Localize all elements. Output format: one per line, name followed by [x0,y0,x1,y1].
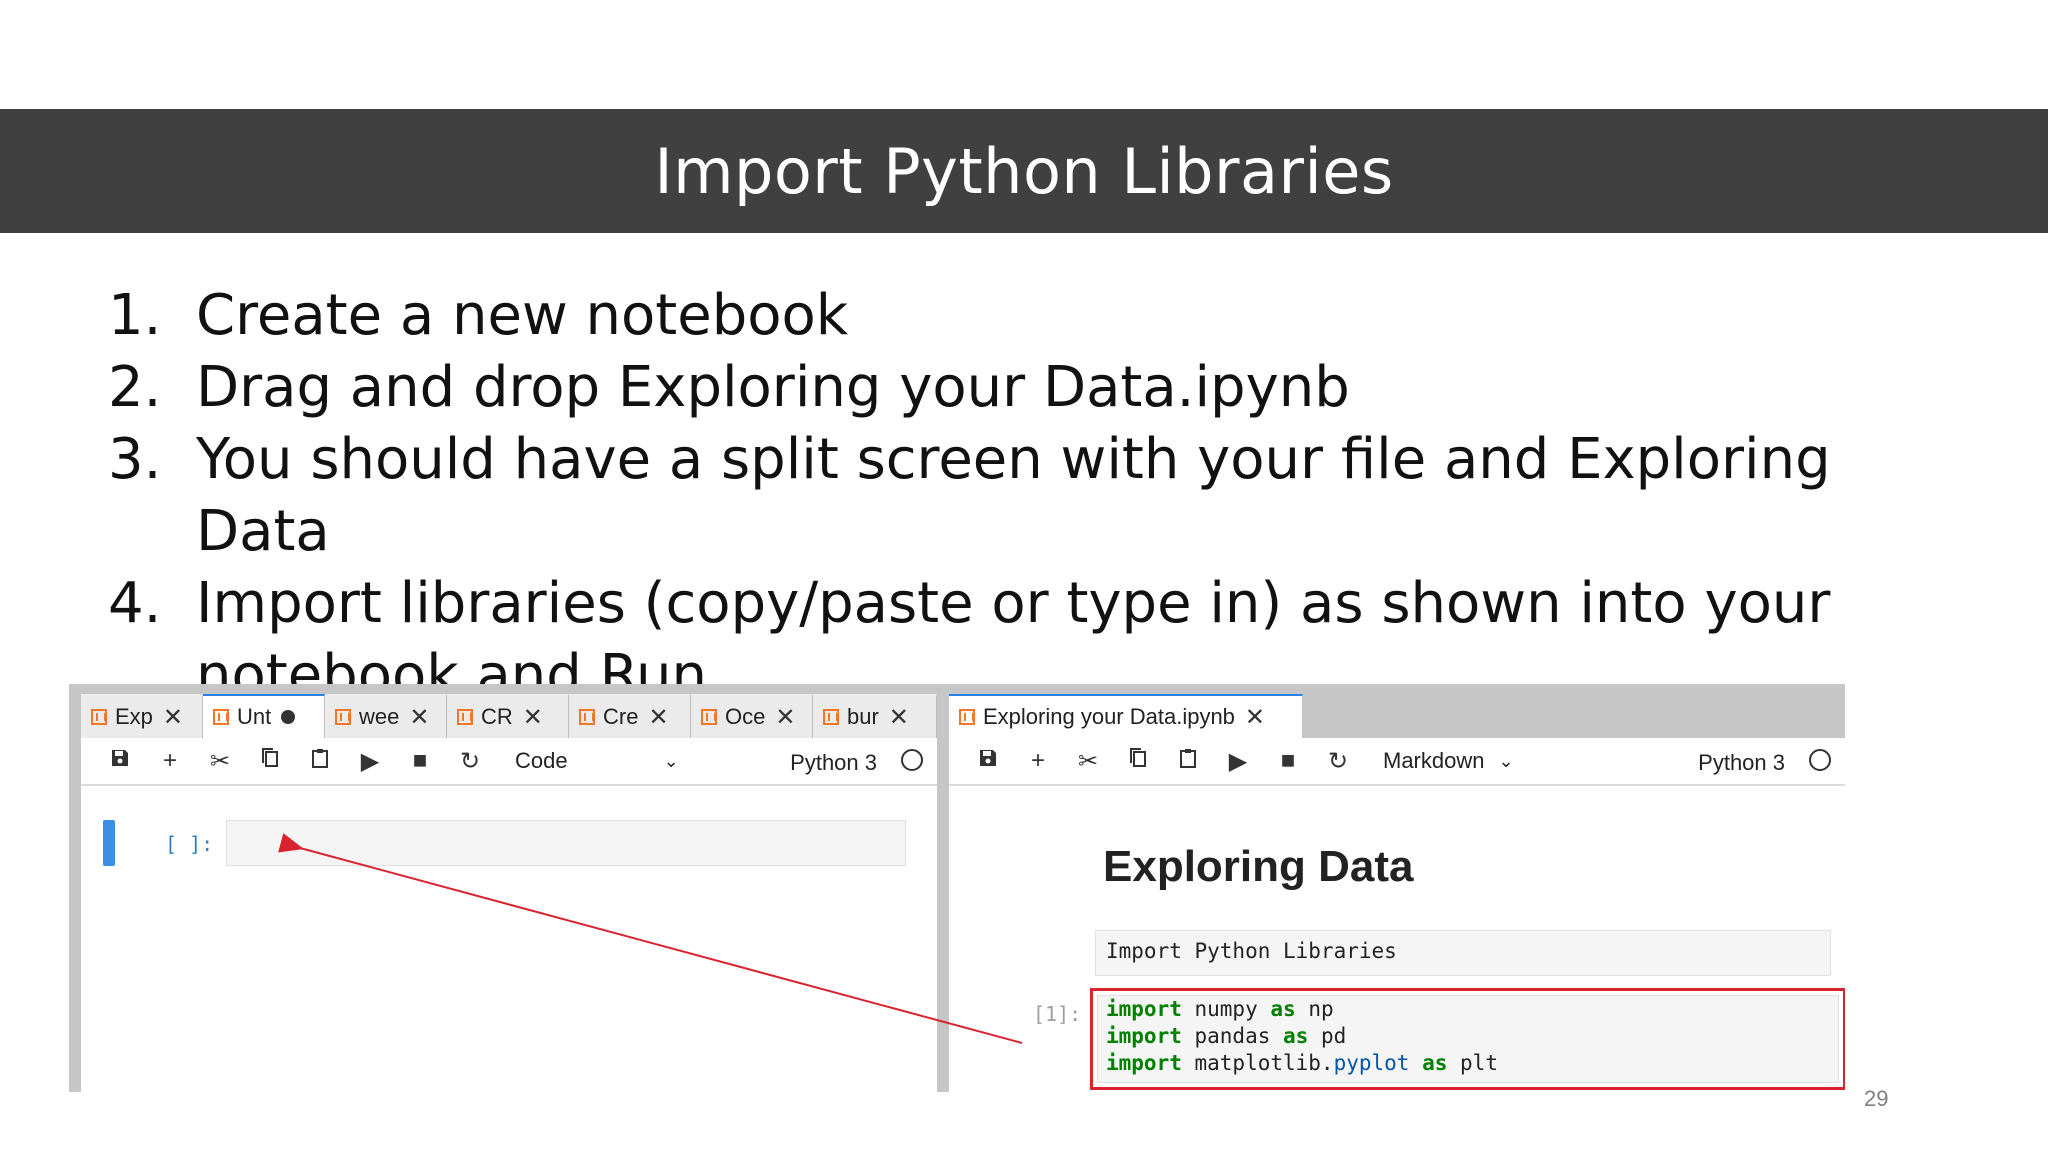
drag-arrow-annotation [278,833,1023,1044]
page-number: 29 [1864,1086,1889,1111]
